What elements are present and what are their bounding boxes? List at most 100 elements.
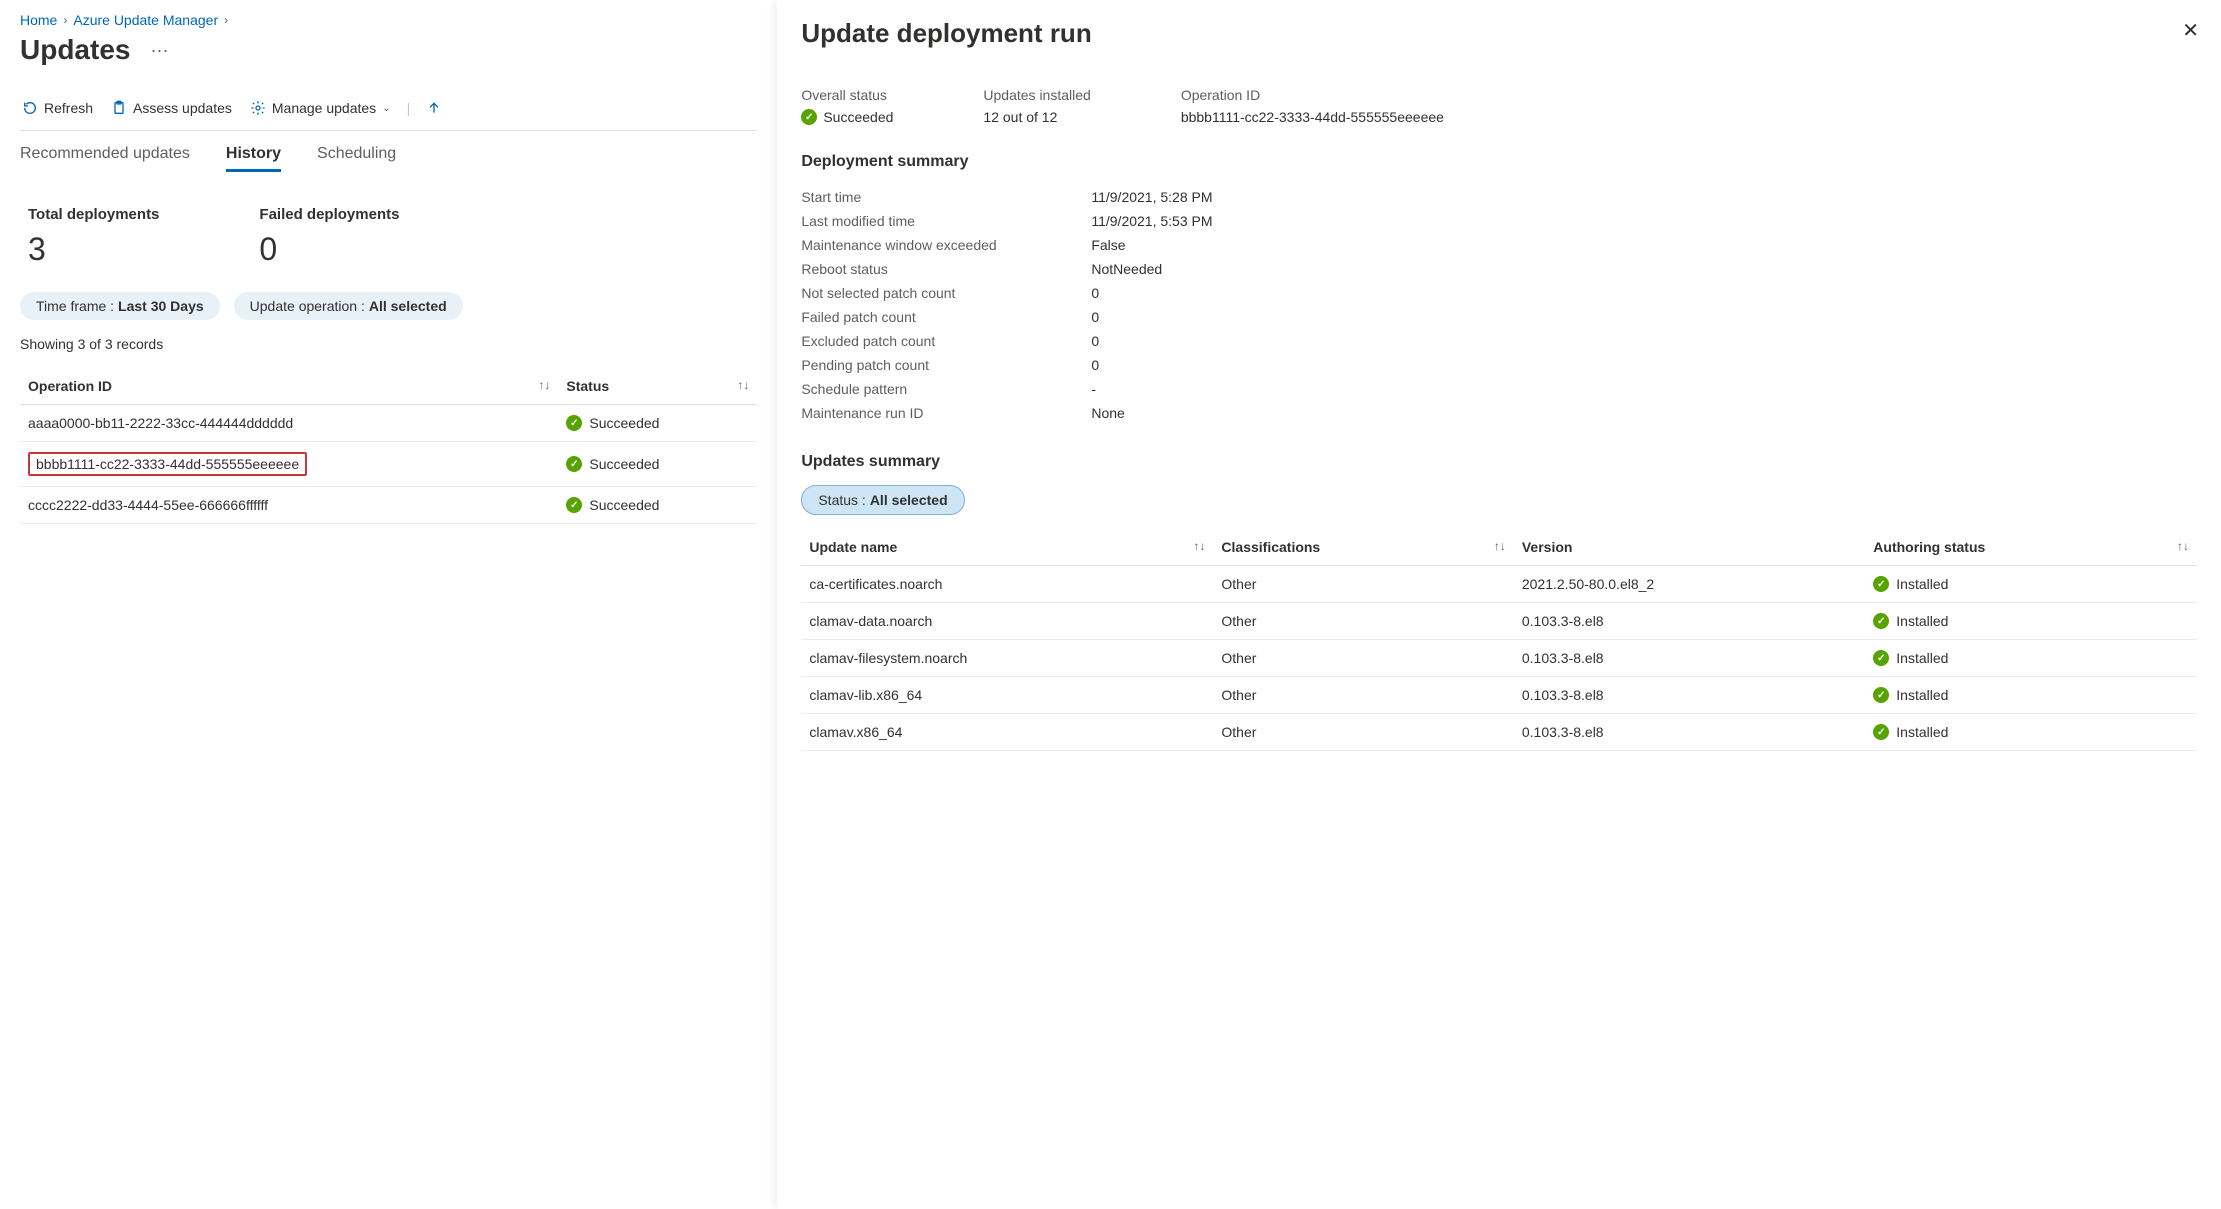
- stat-total-label: Total deployments: [28, 206, 159, 223]
- kv-row: Schedule pattern-: [801, 377, 2197, 401]
- updates-header-class[interactable]: Classifications↑↓: [1213, 529, 1513, 566]
- overview-overall-status: Overall status ✓ Succeeded: [801, 87, 893, 125]
- updates-header-auth[interactable]: Authoring status↑↓: [1865, 529, 2197, 566]
- updates-installed-label: Updates installed: [983, 87, 1090, 103]
- kv-row: Maintenance window exceededFalse: [801, 233, 2197, 257]
- sort-icon: ↑↓: [2177, 539, 2189, 553]
- update-version-cell: 2021.2.50-80.0.el8_2: [1514, 566, 1865, 603]
- sort-icon: ↑↓: [1494, 539, 1506, 553]
- overall-status-value: Succeeded: [823, 109, 893, 125]
- check-circle-icon: ✓: [1873, 724, 1889, 740]
- update-name-cell: clamav-lib.x86_64: [801, 677, 1213, 714]
- manage-updates-button[interactable]: Manage updates ⌄: [248, 96, 393, 120]
- close-button[interactable]: ✕: [2182, 18, 2199, 43]
- chevron-down-icon: ⌄: [382, 103, 390, 114]
- stat-total-deployments: Total deployments 3: [28, 206, 159, 268]
- update-class-cell: Other: [1213, 603, 1513, 640]
- stat-total-value: 3: [28, 231, 159, 268]
- tab-recommended[interactable]: Recommended updates: [20, 145, 190, 172]
- sort-icon: ↑↓: [737, 378, 749, 392]
- update-version-cell: 0.103.3-8.el8: [1514, 677, 1865, 714]
- check-circle-icon: ✓: [1873, 687, 1889, 703]
- status-filter-pill[interactable]: Status : All selected: [801, 485, 964, 515]
- upload-button[interactable]: [424, 96, 444, 120]
- filter-operation-pill[interactable]: Update operation : All selected: [234, 292, 463, 320]
- kv-value: 0: [1091, 333, 1099, 349]
- toolbar-divider: |: [407, 100, 411, 116]
- assess-label: Assess updates: [133, 100, 232, 116]
- table-row[interactable]: ca-certificates.noarchOther2021.2.50-80.…: [801, 566, 2197, 603]
- history-header-opid[interactable]: Operation ID ↑↓: [20, 368, 558, 405]
- kv-key: Maintenance window exceeded: [801, 237, 1091, 253]
- kv-row: Failed patch count0: [801, 305, 2197, 329]
- kv-row: Start time11/9/2021, 5:28 PM: [801, 185, 2197, 209]
- gear-icon: [250, 100, 266, 116]
- tabs: Recommended updates History Scheduling: [20, 145, 757, 172]
- kv-key: Schedule pattern: [801, 381, 1091, 397]
- table-row[interactable]: clamav-data.noarchOther0.103.3-8.el8✓Ins…: [801, 603, 2197, 640]
- tab-scheduling[interactable]: Scheduling: [317, 145, 396, 172]
- kv-row: Last modified time11/9/2021, 5:53 PM: [801, 209, 2197, 233]
- update-name-cell: clamav-filesystem.noarch: [801, 640, 1213, 677]
- kv-key: Not selected patch count: [801, 285, 1091, 301]
- refresh-label: Refresh: [44, 100, 93, 116]
- deployment-summary-table: Start time11/9/2021, 5:28 PMLast modifie…: [801, 185, 2197, 425]
- kv-row: Maintenance run IDNone: [801, 401, 2197, 425]
- update-version-cell: 0.103.3-8.el8: [1514, 714, 1865, 751]
- updates-installed-value: 12 out of 12: [983, 109, 1090, 125]
- kv-row: Excluded patch count0: [801, 329, 2197, 353]
- refresh-button[interactable]: Refresh: [20, 96, 95, 120]
- overview-operation-id: Operation ID bbbb1111-cc22-3333-44dd-555…: [1181, 87, 1444, 125]
- status-filter-value: All selected: [870, 492, 948, 508]
- filter-timeframe-label: Time frame :: [36, 298, 114, 314]
- kv-value: 0: [1091, 309, 1099, 325]
- breadcrumb-service[interactable]: Azure Update Manager: [73, 12, 218, 28]
- deployment-summary-title: Deployment summary: [801, 153, 2197, 171]
- kv-key: Pending patch count: [801, 357, 1091, 373]
- update-auth-cell: ✓Installed: [1865, 640, 2197, 677]
- filter-operation-label: Update operation :: [250, 298, 365, 314]
- kv-row: Pending patch count0: [801, 353, 2197, 377]
- filter-timeframe-value: Last 30 Days: [118, 298, 204, 314]
- kv-value: 0: [1091, 357, 1099, 373]
- table-row[interactable]: bbbb1111-cc22-3333-44dd-555555eeeeee✓Suc…: [20, 442, 757, 487]
- history-header-status[interactable]: Status ↑↓: [558, 368, 757, 405]
- kv-value: -: [1091, 381, 1096, 397]
- table-row[interactable]: aaaa0000-bb11-2222-33cc-444444dddddd✓Suc…: [20, 405, 757, 442]
- sort-icon: ↑↓: [538, 378, 550, 392]
- updates-header-version[interactable]: Version: [1514, 529, 1865, 566]
- operation-id-label: Operation ID: [1181, 87, 1444, 103]
- table-row[interactable]: clamav.x86_64Other0.103.3-8.el8✓Installe…: [801, 714, 2197, 751]
- breadcrumb-home[interactable]: Home: [20, 12, 57, 28]
- update-auth-cell: ✓Installed: [1865, 677, 2197, 714]
- filter-operation-value: All selected: [369, 298, 447, 314]
- table-row[interactable]: cccc2222-dd33-4444-55ee-666666ffffff✓Suc…: [20, 487, 757, 524]
- assess-updates-button[interactable]: Assess updates: [109, 96, 234, 120]
- operation-id-cell: bbbb1111-cc22-3333-44dd-555555eeeeee: [20, 442, 558, 487]
- history-table: Operation ID ↑↓ Status ↑↓ aaaa0000-bb11-…: [20, 368, 757, 524]
- stat-failed-label: Failed deployments: [259, 206, 399, 223]
- manage-label: Manage updates: [272, 100, 376, 116]
- close-icon: ✕: [2182, 20, 2199, 42]
- table-row[interactable]: clamav-filesystem.noarchOther0.103.3-8.e…: [801, 640, 2197, 677]
- tab-history[interactable]: History: [226, 145, 281, 172]
- check-circle-icon: ✓: [566, 497, 582, 513]
- updates-header-name[interactable]: Update name↑↓: [801, 529, 1213, 566]
- updates-summary-title: Updates summary: [801, 453, 2197, 471]
- records-count-text: Showing 3 of 3 records: [20, 336, 757, 352]
- update-version-cell: 0.103.3-8.el8: [1514, 640, 1865, 677]
- kv-key: Last modified time: [801, 213, 1091, 229]
- table-row[interactable]: clamav-lib.x86_64Other0.103.3-8.el8✓Inst…: [801, 677, 2197, 714]
- chevron-right-icon: ›: [63, 13, 67, 27]
- kv-value: None: [1091, 405, 1124, 421]
- status-cell: ✓Succeeded: [558, 487, 757, 524]
- kv-value: 11/9/2021, 5:53 PM: [1091, 213, 1212, 229]
- update-name-cell: clamav-data.noarch: [801, 603, 1213, 640]
- update-auth-cell: ✓Installed: [1865, 566, 2197, 603]
- more-actions-button[interactable]: ···: [146, 40, 172, 61]
- status-cell: ✓Succeeded: [558, 405, 757, 442]
- status-filter-label: Status :: [818, 492, 865, 508]
- refresh-icon: [22, 100, 38, 116]
- filter-timeframe-pill[interactable]: Time frame : Last 30 Days: [20, 292, 220, 320]
- kv-row: Not selected patch count0: [801, 281, 2197, 305]
